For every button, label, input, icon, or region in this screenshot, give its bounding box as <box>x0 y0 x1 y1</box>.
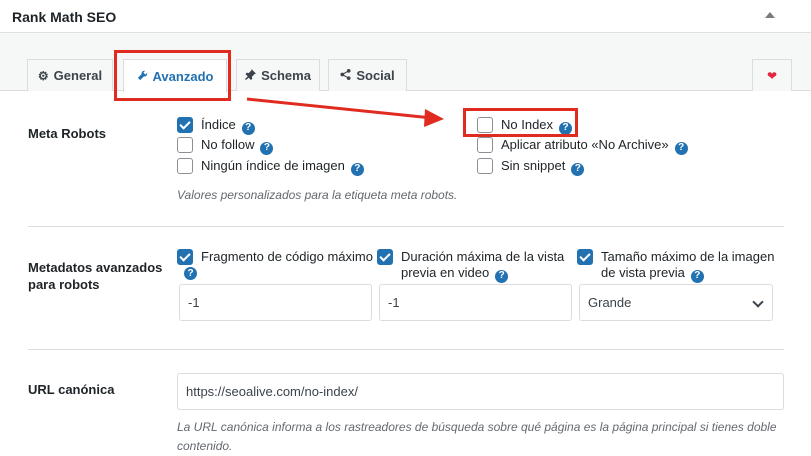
option-max-image-preview[interactable]: Tamaño máximo de la imagen de vista previ… <box>577 249 774 283</box>
advanced-meta-label-line2: para robots <box>28 277 100 292</box>
index-checkbox[interactable] <box>177 117 193 133</box>
option-noarchive[interactable]: Aplicar atributo «No Archive»? <box>477 137 688 155</box>
max-snippet-input[interactable]: -1 <box>179 284 372 321</box>
canonical-url-value: https://seoalive.com/no-index/ <box>186 384 358 399</box>
chevron-down-icon <box>752 296 764 308</box>
option-nosnippet[interactable]: Sin snippet? <box>477 158 585 176</box>
canonical-label: URL canónica <box>28 382 115 397</box>
highlight-box-noindex <box>463 108 578 137</box>
canonical-description-line1: La URL canónica informa a los rastreador… <box>177 420 777 434</box>
option-max-snippet[interactable]: Fragmento de código máximo <box>177 249 373 265</box>
help-icon[interactable]: ? <box>571 162 585 176</box>
section-divider <box>28 226 784 227</box>
meta-robots-description: Valores personalizados para la etiqueta … <box>177 188 458 202</box>
option-label: Fragmento de código máximo <box>201 249 373 264</box>
help-icon[interactable]: ? <box>690 269 704 283</box>
help-icon[interactable]: ? <box>260 141 274 155</box>
noarchive-checkbox[interactable] <box>477 137 493 153</box>
help-icon[interactable]: ? <box>350 162 364 176</box>
help-icon[interactable]: ? <box>674 141 688 155</box>
option-label: Aplicar atributo «No Archive» <box>501 137 669 152</box>
nosnippet-checkbox[interactable] <box>477 158 493 174</box>
option-nofollow[interactable]: No follow? <box>177 137 274 155</box>
max-snippet-checkbox[interactable] <box>177 249 193 265</box>
help-icon[interactable]: ? <box>184 267 197 280</box>
option-label: Duración máxima de la vista <box>401 249 565 264</box>
help-icon[interactable]: ? <box>495 269 509 283</box>
option-label: Tamaño máximo de la imagen <box>601 249 775 264</box>
max-snippet-value: -1 <box>188 295 200 310</box>
option-label: previa en video <box>401 265 490 280</box>
option-label: de vista previa <box>601 265 685 280</box>
max-image-preview-checkbox[interactable] <box>577 249 593 265</box>
max-image-preview-value: Grande <box>588 295 632 310</box>
canonical-description-line2: contenido. <box>177 439 233 453</box>
option-max-video-preview[interactable]: Duración máxima de la vista previa en vid… <box>377 249 564 283</box>
nofollow-checkbox[interactable] <box>177 137 193 153</box>
option-label: Sin snippet <box>501 158 566 173</box>
canonical-url-input[interactable]: https://seoalive.com/no-index/ <box>177 373 784 410</box>
advanced-meta-label: Metadatos avanzados para robots <box>28 259 162 293</box>
max-video-preview-value: -1 <box>388 295 400 310</box>
advanced-meta-label-line1: Metadatos avanzados <box>28 260 163 275</box>
option-label: No follow <box>201 137 255 152</box>
max-image-preview-select[interactable]: Grande <box>579 284 773 321</box>
noimageindex-checkbox[interactable] <box>177 158 193 174</box>
option-label: Ningún índice de imagen <box>201 158 345 173</box>
option-label: Índice <box>201 117 236 132</box>
section-divider <box>28 349 784 350</box>
max-video-preview-checkbox[interactable] <box>377 249 393 265</box>
canonical-description: La URL canónica informa a los rastreador… <box>177 418 777 456</box>
max-video-preview-input[interactable]: -1 <box>379 284 572 321</box>
meta-robots-label: Meta Robots <box>28 126 106 141</box>
option-index[interactable]: Índice? <box>177 117 255 135</box>
help-icon[interactable]: ? <box>241 121 255 135</box>
option-noimageindex[interactable]: Ningún índice de imagen? <box>177 158 364 176</box>
